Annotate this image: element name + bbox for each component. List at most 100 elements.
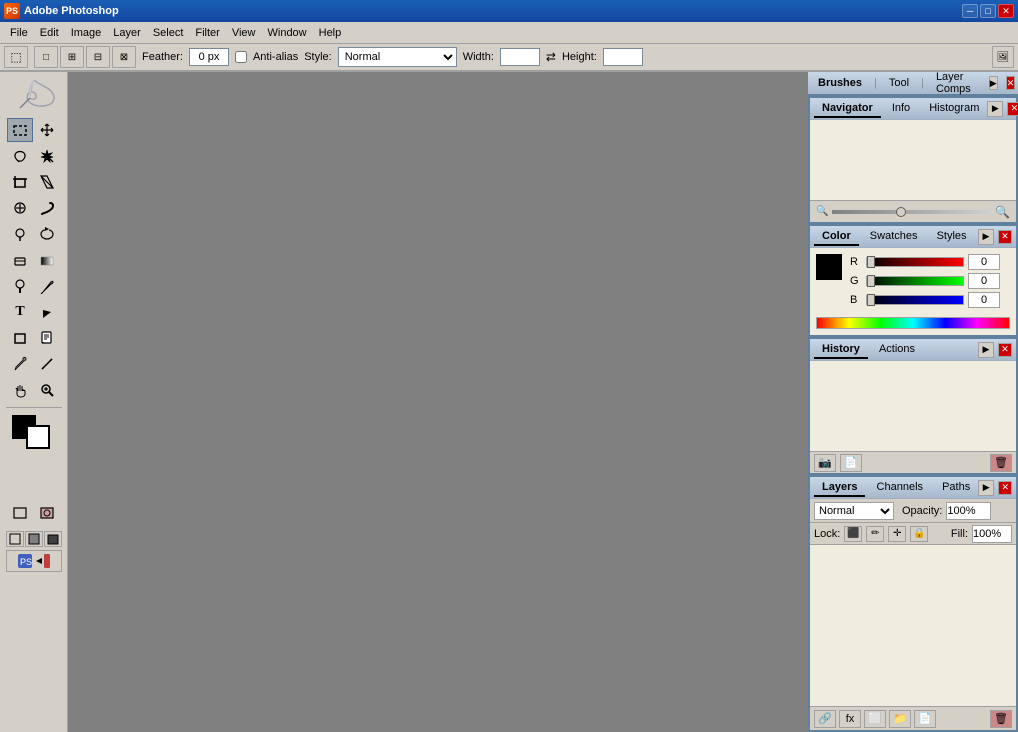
hand-tool[interactable] [7, 378, 33, 402]
menu-view[interactable]: View [226, 25, 262, 41]
tab-swatches[interactable]: Swatches [862, 228, 926, 246]
eyedropper-tool[interactable] [7, 352, 33, 376]
marquee-rect-tool[interactable] [7, 118, 33, 142]
minimize-button[interactable]: ─ [962, 4, 978, 18]
subtract-selection-btn[interactable]: ⊟ [86, 46, 110, 68]
maximize-button[interactable]: □ [980, 4, 996, 18]
eraser-tool[interactable] [7, 248, 33, 272]
canvas-area[interactable] [68, 72, 808, 732]
tab-layers[interactable]: Layers [814, 479, 865, 497]
fullscreen-btn[interactable] [44, 531, 62, 547]
color-fg-swatch[interactable] [816, 254, 842, 280]
tab-navigator[interactable]: Navigator [814, 100, 881, 118]
lock-transparent-btn[interactable]: ⬛ [844, 526, 862, 542]
lasso-tool[interactable] [7, 144, 33, 168]
fullscreen-menu-btn[interactable] [25, 531, 43, 547]
tab-actions[interactable]: Actions [871, 341, 923, 359]
close-button[interactable]: ✕ [998, 4, 1014, 18]
jump-imageready-btn[interactable]: PS [6, 550, 62, 572]
fill-input[interactable] [972, 525, 1012, 543]
brush-panel-menu[interactable]: ▶ [989, 76, 998, 90]
navigator-menu-btn[interactable]: ▶ [987, 101, 1003, 117]
brushes-tab[interactable]: Brushes [812, 75, 868, 91]
intersect-selection-btn[interactable]: ⊠ [112, 46, 136, 68]
menu-edit[interactable]: Edit [34, 25, 65, 41]
type-tool[interactable]: T [7, 300, 33, 324]
crop-tool[interactable] [7, 170, 33, 194]
zoom-in-icon[interactable]: 🔍 [995, 205, 1010, 219]
layers-menu-btn[interactable]: ▶ [978, 480, 994, 496]
color-close-btn[interactable]: ✕ [998, 230, 1012, 244]
menu-select[interactable]: Select [147, 25, 190, 41]
tab-history[interactable]: History [814, 341, 868, 359]
dodge-tool[interactable] [7, 274, 33, 298]
menu-filter[interactable]: Filter [189, 25, 225, 41]
layer-link-btn[interactable]: 🔗 [814, 710, 836, 728]
delete-state-btn[interactable]: 🗑 [990, 454, 1012, 472]
menu-layer[interactable]: Layer [107, 25, 147, 41]
color-menu-btn[interactable]: ▶ [978, 229, 994, 245]
shape-tool[interactable] [7, 326, 33, 350]
lock-position-btn[interactable]: ✛ [888, 526, 906, 542]
magic-wand-tool[interactable] [34, 144, 60, 168]
history-brush-tool[interactable] [34, 222, 60, 246]
path-select-tool[interactable] [34, 300, 60, 324]
r-input[interactable] [968, 254, 1000, 270]
quick-mask-btn[interactable] [34, 501, 60, 525]
layer-comps-tab[interactable]: Layer Comps [930, 72, 977, 97]
move-tool[interactable] [34, 118, 60, 142]
zoom-slider[interactable] [832, 210, 991, 214]
pen-tool[interactable] [34, 274, 60, 298]
brush-tool[interactable] [34, 196, 60, 220]
history-menu-btn[interactable]: ▶ [978, 342, 994, 358]
tab-info[interactable]: Info [884, 100, 918, 118]
tab-paths[interactable]: Paths [934, 479, 978, 497]
tool-tab[interactable]: Tool [883, 75, 915, 91]
lock-image-btn[interactable]: ✏ [866, 526, 884, 542]
layer-delete-btn[interactable]: 🗑 [990, 710, 1012, 728]
layer-mask-btn[interactable]: ⬜ [864, 710, 886, 728]
measure-tool[interactable] [34, 352, 60, 376]
menu-window[interactable]: Window [262, 25, 313, 41]
tab-styles[interactable]: Styles [929, 228, 975, 246]
layer-fx-btn[interactable]: fx [839, 710, 861, 728]
new-selection-btn[interactable]: □ [34, 46, 58, 68]
menu-image[interactable]: Image [65, 25, 108, 41]
menu-file[interactable]: File [4, 25, 34, 41]
gradient-tool[interactable] [34, 248, 60, 272]
tab-channels[interactable]: Channels [869, 479, 931, 497]
g-slider[interactable] [866, 276, 964, 286]
healing-brush-tool[interactable] [7, 196, 33, 220]
tab-color[interactable]: Color [814, 228, 859, 246]
blend-mode-select[interactable]: Normal Dissolve Multiply Screen [814, 502, 894, 520]
brush-panel-close[interactable]: ✕ [1006, 76, 1016, 90]
new-snapshot-btn[interactable]: 📷 [814, 454, 836, 472]
clone-stamp-tool[interactable] [7, 222, 33, 246]
new-document-btn[interactable]: 📄 [840, 454, 862, 472]
add-selection-btn[interactable]: ⊞ [60, 46, 84, 68]
swap-dimensions-btn[interactable]: ⇄ [546, 50, 556, 64]
history-close-btn[interactable]: ✕ [998, 343, 1012, 357]
zoom-out-icon[interactable]: 🔍 [816, 206, 828, 217]
g-input[interactable] [968, 273, 1000, 289]
tab-histogram[interactable]: Histogram [921, 100, 987, 118]
height-input[interactable] [603, 48, 643, 66]
options-extra-btn[interactable]: 🖼 [992, 46, 1014, 68]
standard-mode-btn[interactable] [7, 501, 33, 525]
lock-all-btn[interactable]: 🔒 [910, 526, 928, 542]
style-select[interactable]: Normal Fixed Aspect Ratio Fixed Size [338, 47, 457, 67]
layer-group-btn[interactable]: 📁 [889, 710, 911, 728]
zoom-tool[interactable] [34, 378, 60, 402]
standard-screen-btn[interactable] [6, 531, 24, 547]
b-slider[interactable] [866, 295, 964, 305]
background-color[interactable] [26, 425, 50, 449]
menu-help[interactable]: Help [313, 25, 348, 41]
navigator-close-btn[interactable]: ✕ [1007, 102, 1018, 116]
opacity-input[interactable] [946, 502, 991, 520]
feather-input[interactable] [189, 48, 229, 66]
width-input[interactable] [500, 48, 540, 66]
b-input[interactable] [968, 292, 1000, 308]
slice-tool[interactable] [34, 170, 60, 194]
notes-tool[interactable] [34, 326, 60, 350]
r-slider[interactable] [866, 257, 964, 267]
